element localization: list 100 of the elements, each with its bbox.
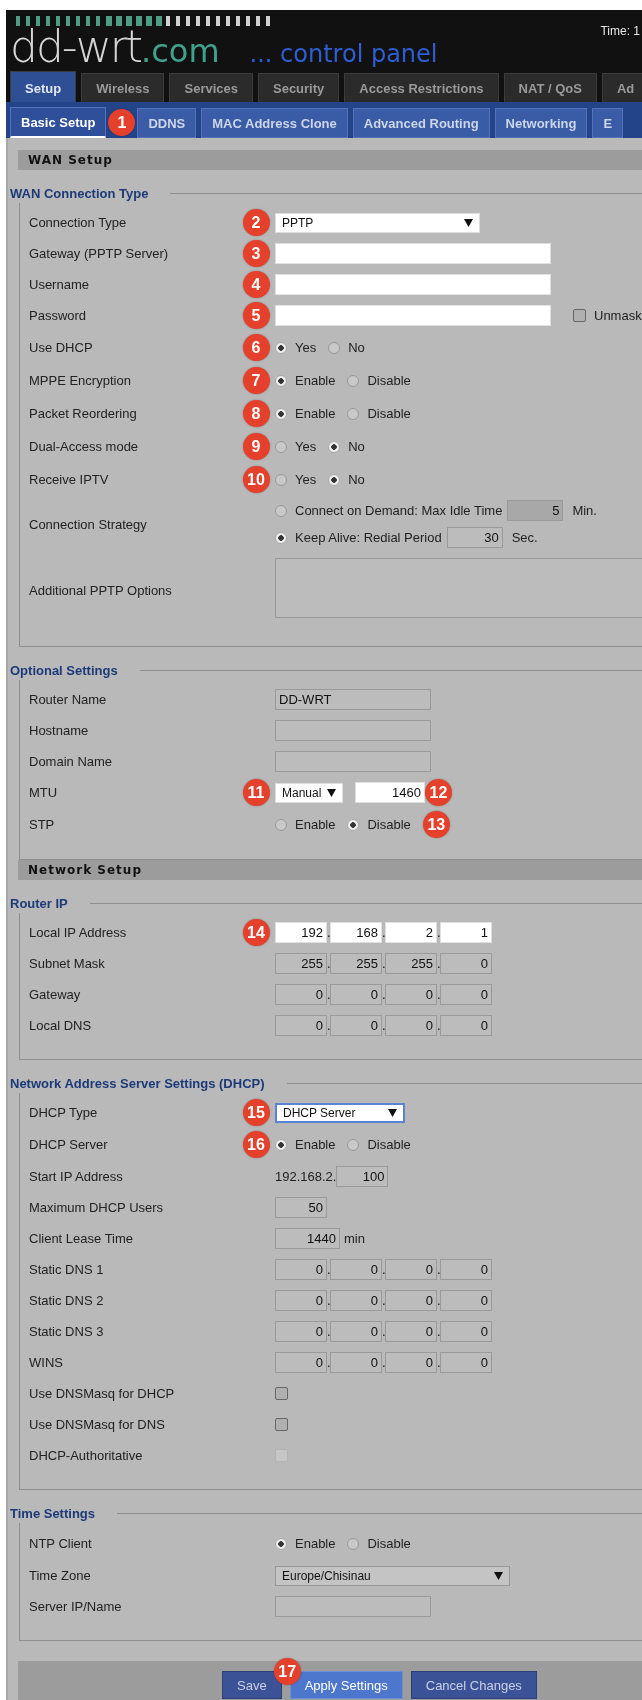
submenu-tab[interactable]: E [592, 108, 624, 138]
menu-tab[interactable]: NAT / QoS [503, 73, 597, 102]
unit-label: Min. [572, 503, 597, 518]
step-badge: 6 [242, 334, 270, 361]
radio-button[interactable] [275, 818, 287, 831]
ip-octet-field[interactable]: 0 [275, 1290, 327, 1311]
ip-octet-field[interactable]: 0 [440, 1259, 492, 1280]
ip-octet-field[interactable]: 0 [440, 1321, 492, 1342]
text-field[interactable] [275, 1596, 431, 1617]
field-label: Client Lease Time [29, 1231, 135, 1246]
checkbox[interactable] [275, 1387, 288, 1400]
radio-button[interactable] [347, 407, 360, 420]
group-legend: Time Settings [8, 1505, 95, 1521]
radio-button[interactable] [275, 407, 287, 420]
submenu-tab[interactable]: DDNS [137, 108, 197, 138]
ip-octet-field[interactable]: 0 [385, 1015, 437, 1036]
radio-button[interactable] [328, 473, 341, 486]
ip-octet-field[interactable]: 0 [330, 1015, 382, 1036]
dropdown[interactable]: PPTP [275, 212, 480, 233]
ip-octet-field[interactable]: 0 [330, 1321, 382, 1342]
checkbox[interactable] [573, 309, 586, 322]
menu-tab[interactable]: Ad [601, 73, 642, 102]
radio-button[interactable] [347, 374, 360, 387]
octet-separator: . [327, 925, 330, 940]
dropdown[interactable]: DHCP Server [275, 1102, 405, 1123]
ip-octet-field[interactable]: 0 [440, 1290, 492, 1311]
ip-octet-field[interactable]: 0 [330, 1290, 382, 1311]
radio-button[interactable] [275, 374, 287, 387]
radio-button[interactable] [275, 473, 287, 486]
ip-octet-field[interactable]: 0 [275, 1352, 327, 1373]
ip-octet-field[interactable]: 255 [275, 953, 327, 974]
text-field[interactable] [275, 751, 431, 772]
menu-tab[interactable]: Wireless [81, 73, 165, 102]
step-badge: 3 [242, 240, 270, 267]
ip-octet-field[interactable]: 0 [275, 1321, 327, 1342]
radio-button[interactable] [347, 818, 360, 831]
radio-button[interactable] [275, 1537, 287, 1550]
radio-button[interactable] [347, 1138, 360, 1151]
ip-octet-field[interactable]: 0 [330, 984, 382, 1005]
radio-button[interactable] [275, 531, 287, 544]
submenu-tab[interactable]: Networking [494, 108, 588, 138]
submenu-tab[interactable]: MAC Address Clone [201, 108, 348, 138]
radio-button[interactable] [275, 1138, 287, 1151]
step-badge: 12 [425, 779, 452, 806]
number-field[interactable]: 1440 [275, 1228, 340, 1249]
octet-separator: . [327, 1262, 330, 1277]
ip-octet-field[interactable]: 0 [275, 1015, 327, 1036]
ip-octet-field[interactable]: 0 [385, 984, 437, 1005]
submenu-tab[interactable]: Advanced Routing [352, 108, 490, 138]
field-label: Gateway (PPTP Server) [29, 246, 170, 261]
ip-octet-field[interactable]: 0 [385, 1290, 437, 1311]
ip-octet-field[interactable]: 0 [440, 953, 492, 974]
radio-button[interactable] [275, 440, 287, 453]
radio-label: Enable [295, 817, 336, 832]
ip-octet-field[interactable]: 0 [440, 1015, 492, 1036]
ip-octet-field[interactable]: 0 [275, 1259, 327, 1280]
ip-octet-field[interactable]: 0 [385, 1352, 437, 1373]
ip-octet-field[interactable]: 0 [330, 1259, 382, 1280]
number-field[interactable]: 30 [446, 527, 503, 548]
password-field[interactable] [275, 305, 551, 326]
radio-label: Keep Alive: Redial Period [295, 530, 442, 545]
dropdown[interactable]: Europe/Chisinau [275, 1565, 510, 1586]
ip-octet-field[interactable]: 0 [440, 1352, 492, 1373]
ip-octet-field[interactable]: 192 [275, 922, 327, 943]
menu-tab[interactable]: Access Restrictions [344, 73, 499, 102]
text-area[interactable] [275, 558, 642, 618]
ip-octet-field[interactable]: 1 [440, 922, 492, 943]
radio-button[interactable] [328, 341, 341, 354]
radio-label: Enable [295, 1137, 336, 1152]
submenu-tab[interactable]: Basic Setup [10, 107, 107, 138]
ip-octet-field[interactable]: 2 [385, 922, 437, 943]
caret-icon [464, 218, 473, 227]
ip-octet-field[interactable]: 255 [385, 953, 437, 974]
radio-button[interactable] [328, 440, 341, 453]
dropdown[interactable]: Manual [275, 782, 343, 803]
ip-octet-field[interactable]: 255 [330, 953, 382, 974]
octet-separator: . [437, 1262, 440, 1277]
ip-octet-field[interactable]: 0 [440, 984, 492, 1005]
menu-tab[interactable]: Setup [10, 71, 77, 102]
ip-octet-field[interactable]: 0 [275, 984, 327, 1005]
ip-octet-field[interactable]: 0 [385, 1259, 437, 1280]
menu-tab[interactable]: Security [258, 73, 340, 102]
radio-button[interactable] [347, 1537, 360, 1550]
ip-octet-field[interactable]: 0 [385, 1321, 437, 1342]
text-field[interactable]: DD-WRT [275, 689, 431, 710]
radio-label: Connect on Demand: Max Idle Time [295, 503, 503, 518]
radio-label: Enable [295, 1536, 336, 1551]
ip-octet-field[interactable]: 0 [330, 1352, 382, 1373]
radio-button[interactable] [275, 341, 287, 354]
menu-tab[interactable]: Services [169, 73, 253, 102]
ip-octet-field[interactable]: 168 [330, 922, 382, 943]
number-field[interactable]: 1460 [355, 782, 425, 803]
text-field[interactable] [275, 720, 431, 741]
number-field[interactable]: 50 [275, 1197, 327, 1218]
octet-separator: . [382, 1355, 385, 1370]
field-label: Domain Name [29, 754, 114, 769]
number-field[interactable]: 100 [336, 1166, 389, 1187]
form-button[interactable]: Cancel Changes [410, 1671, 537, 1699]
radio-label: Enable [295, 373, 336, 388]
checkbox[interactable] [275, 1418, 288, 1431]
